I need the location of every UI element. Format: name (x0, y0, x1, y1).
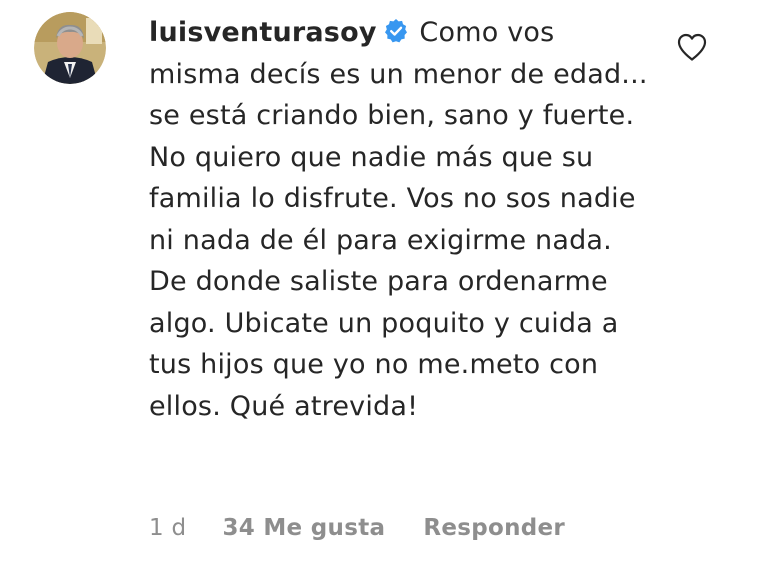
comment: luisventurasoy Como vos misma decís es u… (0, 0, 767, 566)
reply-button[interactable]: Responder (423, 515, 565, 541)
comment-body: luisventurasoy Como vos misma decís es u… (149, 12, 649, 427)
comment-meta: 1 d 34 Me gusta Responder (149, 508, 565, 548)
comment-time[interactable]: 1 d (149, 515, 186, 541)
avatar[interactable] (34, 12, 106, 84)
like-count[interactable]: 34 Me gusta (222, 515, 385, 541)
comment-username[interactable]: luisventurasoy (149, 17, 377, 48)
heart-outline-icon (677, 33, 707, 61)
user-avatar-icon (34, 12, 106, 84)
comment-text: Como vos misma decís es un menor de edad… (149, 17, 648, 422)
verified-badge-icon (384, 19, 407, 43)
like-button[interactable] (676, 32, 708, 62)
